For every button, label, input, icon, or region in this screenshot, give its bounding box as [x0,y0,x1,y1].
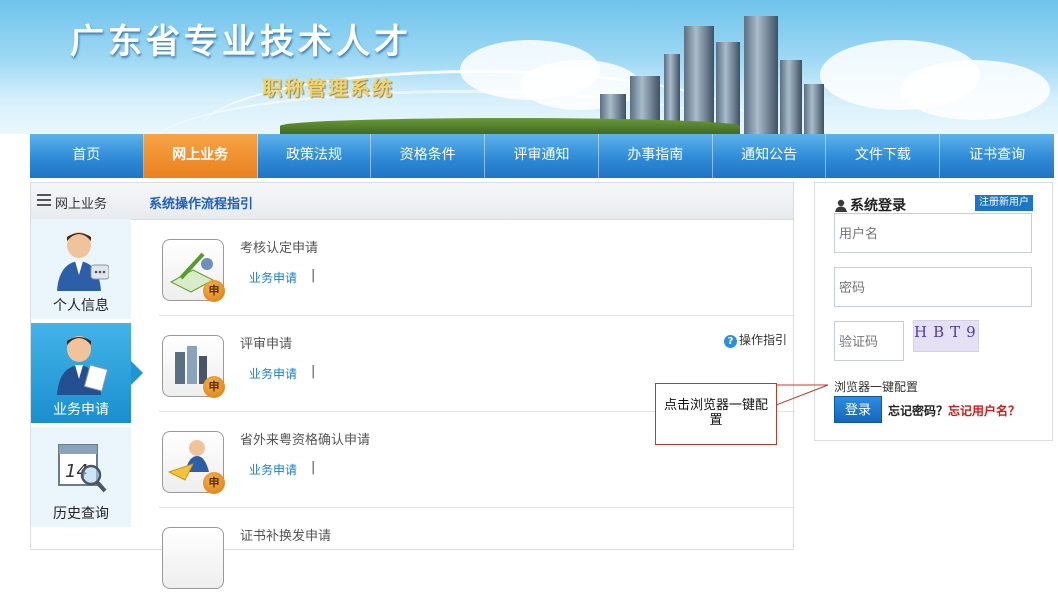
nav-item-review-notices[interactable]: 评审通知 [485,134,599,178]
paper-plane-application-icon: 申 [162,431,225,494]
nav-item-policies[interactable]: 政策法规 [258,134,372,178]
nav-item-announcements[interactable]: 通知公告 [713,134,827,178]
nav-item-certificate-query[interactable]: 证书查询 [940,134,1054,178]
captcha-image[interactable]: HBT9 [913,320,979,352]
register-button[interactable]: 注册新用户 [975,195,1033,211]
password-input[interactable] [834,267,1032,307]
captcha-input[interactable] [834,321,904,361]
question-mark-icon: ? [723,335,737,348]
row-separator: | [311,364,316,379]
person-apply-icon [57,336,109,395]
building-decoration [684,26,714,134]
side-item-label: 历史查询 [53,506,109,522]
calendar-search-icon: 14 [58,444,107,493]
row-title: 考核认定申请 [240,241,319,256]
banner-subtitle: 职称管理系统 [262,76,394,100]
operation-guide-link[interactable]: ? 操作指引 [723,331,787,348]
panel-header-title: 网上业务 [55,197,108,212]
main-nav: 首页 网上业务 政策法规 资格条件 评审通知 办事指南 通知公告 文件下载 证书… [30,134,1054,178]
list-item: 申 考核认定申请 业务申请 | [159,219,795,316]
business-apply-link[interactable]: 业务申请 [249,365,297,382]
review-application-icon: 申 [162,335,225,398]
login-title: 系统登录 [835,195,906,215]
building-decoration [716,42,740,134]
annotation-callout: 点击浏览器一键配置 [655,383,777,445]
business-apply-link[interactable]: 业务申请 [249,461,297,478]
apply-badge-icon: 申 [203,472,225,494]
side-item-business-apply[interactable]: 业务申请 [31,323,143,423]
apply-badge-icon: 申 [203,280,225,302]
panel-header: 网上业务 系统操作流程指引 [31,183,793,220]
callout-pointer [776,384,829,406]
list-item: 证书补换发申请 [159,507,795,603]
operation-flow-guide-link[interactable]: 系统操作流程指引 [149,193,253,212]
active-arrow-indicator [131,361,143,385]
side-item-label: 业务申请 [53,402,109,418]
side-menu: 个人信息 业务申请 14 历史查询 [31,219,143,549]
operation-guide-label: 操作指引 [738,333,787,347]
building-decoration [804,84,824,134]
side-item-label: 个人信息 [53,298,109,314]
user-icon [835,199,847,212]
apply-badge-icon: 申 [203,376,225,398]
online-business-panel: 网上业务 系统操作流程指引 个人信息 业务申请 14 历史查询 申 考核认定申请… [30,182,795,589]
nav-item-home[interactable]: 首页 [30,134,144,178]
certify-application-icon: 申 [162,239,225,302]
nav-item-downloads[interactable]: 文件下载 [826,134,941,178]
business-apply-link[interactable]: 业务申请 [249,269,297,286]
side-item-personal-info[interactable]: 个人信息 [31,219,131,319]
row-title: 评审申请 [240,337,293,352]
browser-config-link[interactable]: 浏览器一键配置 [834,378,918,395]
login-title-text: 系统登录 [850,198,906,214]
nav-item-guides[interactable]: 办事指南 [599,134,713,178]
row-title: 证书补换发申请 [240,529,332,544]
banner-title: 广东省专业技术人才 [70,22,412,62]
login-panel: 系统登录 注册新用户 HBT9 浏览器一键配置 登录 忘记密码？ 忘记用户名？ [814,182,1053,441]
grass-decoration [280,118,740,134]
cloud-decoration [900,60,1050,120]
menu-list-icon [37,194,51,206]
person-info-icon [57,232,109,291]
side-item-history-query[interactable]: 14 历史查询 [31,427,131,527]
login-button[interactable]: 登录 [834,396,882,423]
row-separator: | [311,268,316,283]
row-separator: | [311,460,316,475]
certificate-reissue-icon [162,527,224,589]
nav-item-qualifications[interactable]: 资格条件 [371,134,486,178]
building-decoration [744,16,778,134]
header-banner: 广东省专业技术人才 职称管理系统 [0,0,1058,134]
username-input[interactable] [834,213,1032,253]
nav-item-online-business[interactable]: 网上业务 [143,134,258,178]
row-title: 省外来粤资格确认申请 [240,433,371,448]
building-decoration [780,60,802,134]
forgot-password-link[interactable]: 忘记密码？ [888,402,948,419]
forgot-username-link[interactable]: 忘记用户名？ [948,402,1020,419]
